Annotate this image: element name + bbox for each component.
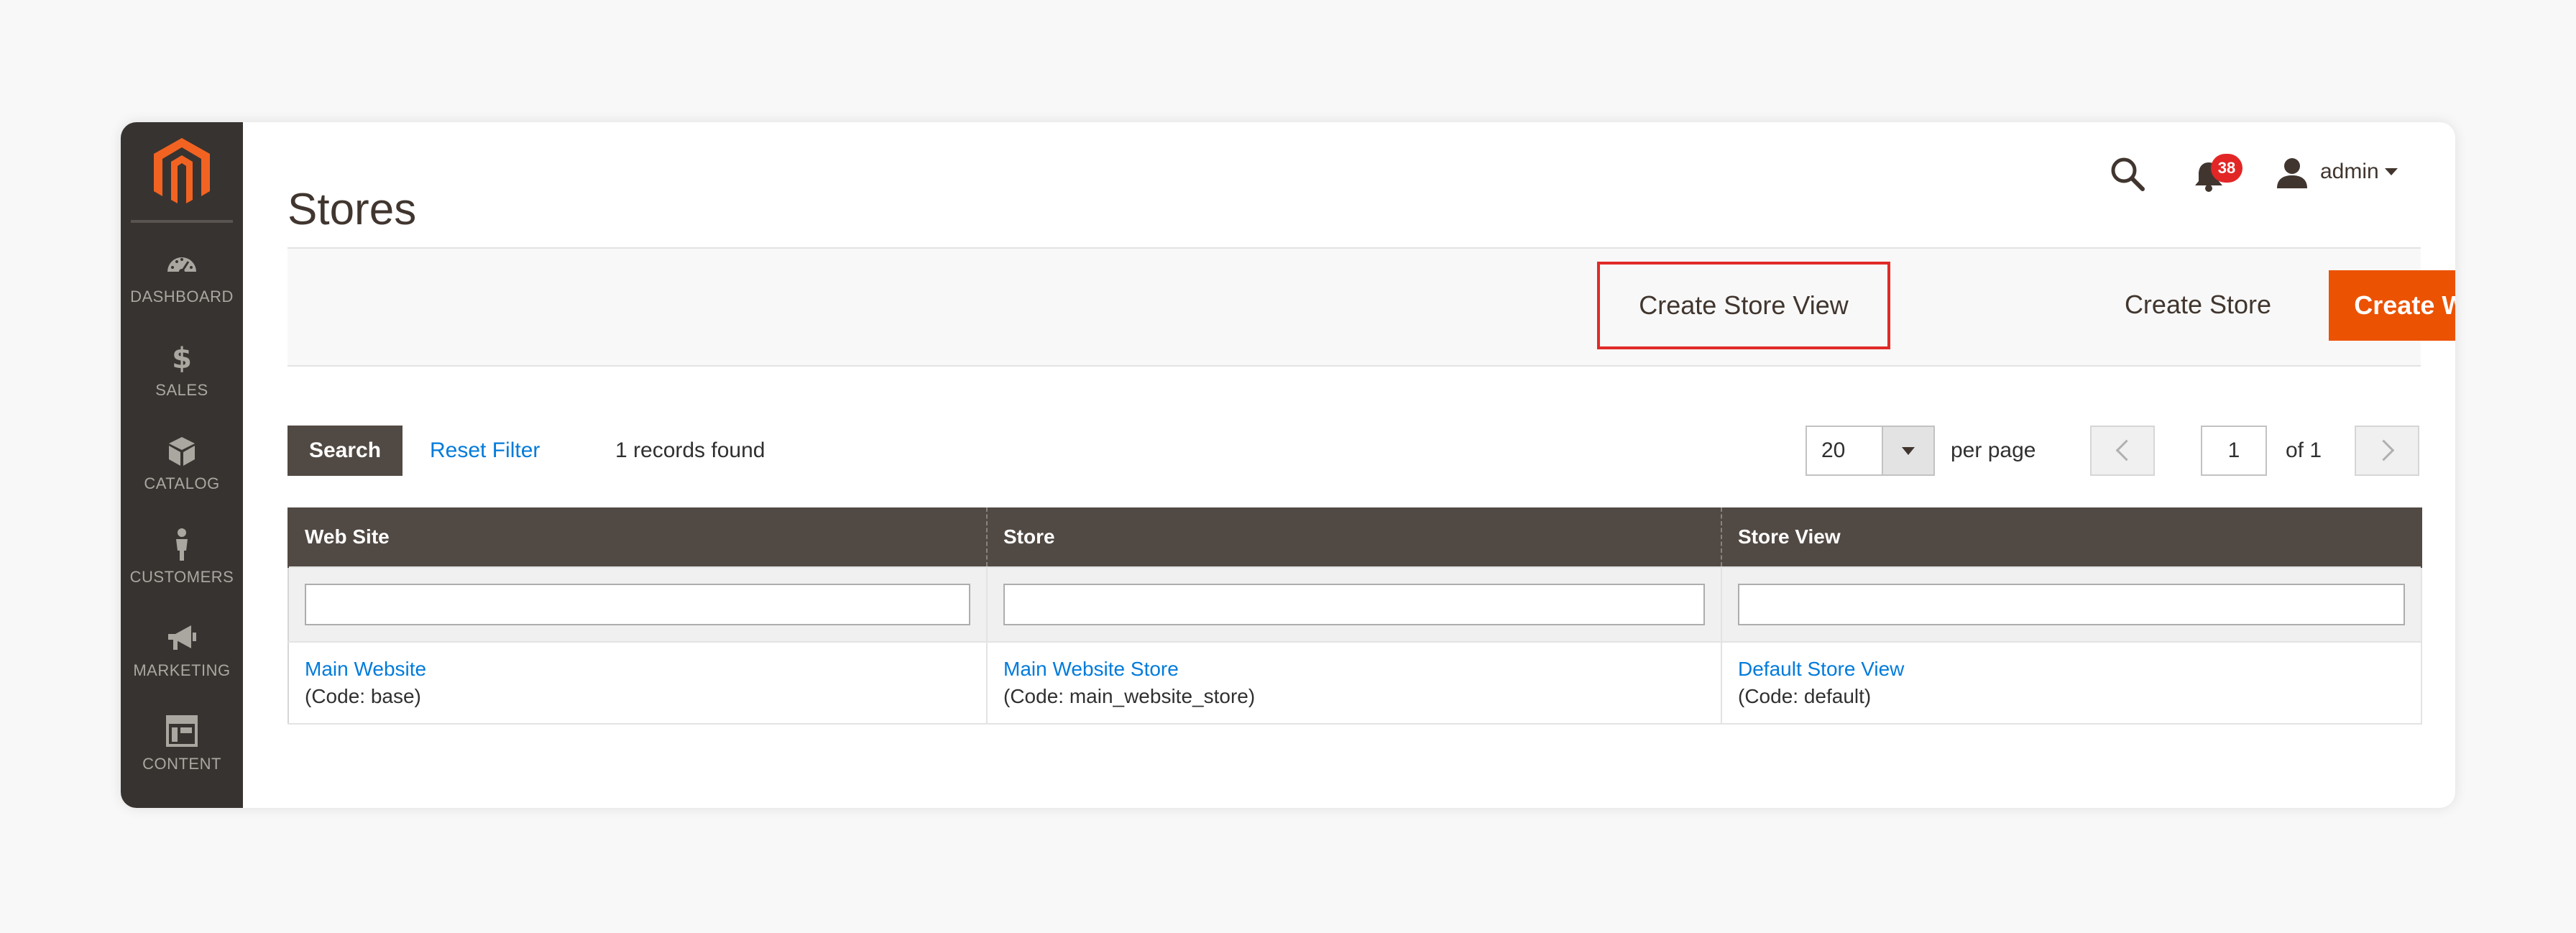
website-link[interactable]: Main Website <box>305 656 970 683</box>
grid-header-row: Web Site Store Store View <box>288 507 2422 567</box>
dollar-icon: $ <box>172 342 192 375</box>
notification-badge[interactable]: 38 <box>2211 154 2242 183</box>
store-link[interactable]: Main Website Store <box>1003 656 1705 683</box>
admin-panel: DASHBOARD $ SALES CATALOG CUSTOMERS MARK… <box>121 122 2455 808</box>
page-actions-bar: Create Store View Create Store Create We… <box>288 247 2455 367</box>
chevron-down-icon[interactable] <box>2385 168 2398 175</box>
store-view-link[interactable]: Default Store View <box>1738 656 2405 683</box>
speedometer-icon <box>167 257 196 275</box>
magento-logo-icon[interactable] <box>150 134 214 213</box>
sidebar-item-label: CATALOG <box>144 474 220 492</box>
website-code: (Code: base) <box>305 685 421 707</box>
sidebar-item-content[interactable]: CONTENT <box>121 713 243 799</box>
search-icon[interactable] <box>2109 155 2146 193</box>
search-button[interactable]: Search <box>288 426 402 476</box>
chevron-right-icon <box>2373 439 2395 461</box>
create-store-view-button[interactable]: Create Store View <box>1597 262 1890 349</box>
create-website-button[interactable]: Create Website <box>2329 270 2455 341</box>
sidebar: DASHBOARD $ SALES CATALOG CUSTOMERS MARK… <box>121 122 243 808</box>
column-header-website[interactable]: Web Site <box>288 507 988 567</box>
grid-filter-row <box>288 566 2422 643</box>
sidebar-item-label: CONTENT <box>142 755 221 773</box>
sidebar-item-label: MARKETING <box>133 661 231 679</box>
reset-filter-link[interactable]: Reset Filter <box>430 438 540 463</box>
store-view-code: (Code: default) <box>1738 685 1872 707</box>
person-icon <box>176 528 188 561</box>
sidebar-item-label: SALES <box>155 381 208 399</box>
table-row: Main Website (Code: base) Main Website S… <box>288 641 2422 725</box>
per-page-toggle[interactable] <box>1882 427 1933 474</box>
records-count: 1 records found <box>615 438 765 462</box>
sidebar-item-label: DASHBOARD <box>130 288 234 305</box>
sidebar-item-dashboard[interactable]: DASHBOARD <box>121 246 243 332</box>
user-icon[interactable] <box>2276 157 2309 190</box>
stores-grid: Web Site Store Store View Main Website (… <box>288 507 2422 725</box>
sidebar-item-catalog[interactable]: CATALOG <box>121 433 243 519</box>
website-cell: Main Website (Code: base) <box>288 641 988 725</box>
per-page-select[interactable]: 20 <box>1806 426 1935 476</box>
filter-cell <box>1721 566 2422 643</box>
total-pages-label: of 1 <box>2286 438 2322 462</box>
store-view-filter-input[interactable] <box>1738 584 2405 625</box>
sidebar-item-sales[interactable]: $ SALES <box>121 339 243 426</box>
next-page-button[interactable] <box>2355 426 2419 476</box>
per-page-label: per page <box>1951 438 2036 462</box>
caret-down-icon <box>1902 447 1915 455</box>
megaphone-icon <box>168 625 196 650</box>
page-title: Stores <box>288 184 417 234</box>
svg-text:$: $ <box>172 342 192 375</box>
sidebar-item-marketing[interactable]: MARKETING <box>121 620 243 706</box>
chevron-left-icon <box>2115 439 2138 461</box>
previous-page-button[interactable] <box>2090 426 2155 476</box>
store-filter-input[interactable] <box>1003 584 1705 625</box>
column-header-store-view[interactable]: Store View <box>1721 507 2422 567</box>
admin-user-menu[interactable]: admin <box>2320 160 2379 184</box>
website-filter-input[interactable] <box>305 584 970 625</box>
page-number-input[interactable] <box>2201 426 2267 476</box>
per-page-value: 20 <box>1821 438 1846 462</box>
sidebar-divider <box>131 220 233 223</box>
store-view-cell: Default Store View (Code: default) <box>1721 641 2422 725</box>
filter-cell <box>986 566 1722 643</box>
column-header-store[interactable]: Store <box>986 507 1722 567</box>
create-store-button[interactable]: Create Store <box>2090 270 2306 339</box>
box-icon <box>169 437 195 466</box>
store-cell: Main Website Store (Code: main_website_s… <box>986 641 1722 725</box>
sidebar-item-customers[interactable]: CUSTOMERS <box>121 526 243 612</box>
filter-cell <box>288 566 988 643</box>
layout-icon <box>166 715 198 747</box>
sidebar-item-label: CUSTOMERS <box>129 568 234 586</box>
store-code: (Code: main_website_store) <box>1003 685 1256 707</box>
